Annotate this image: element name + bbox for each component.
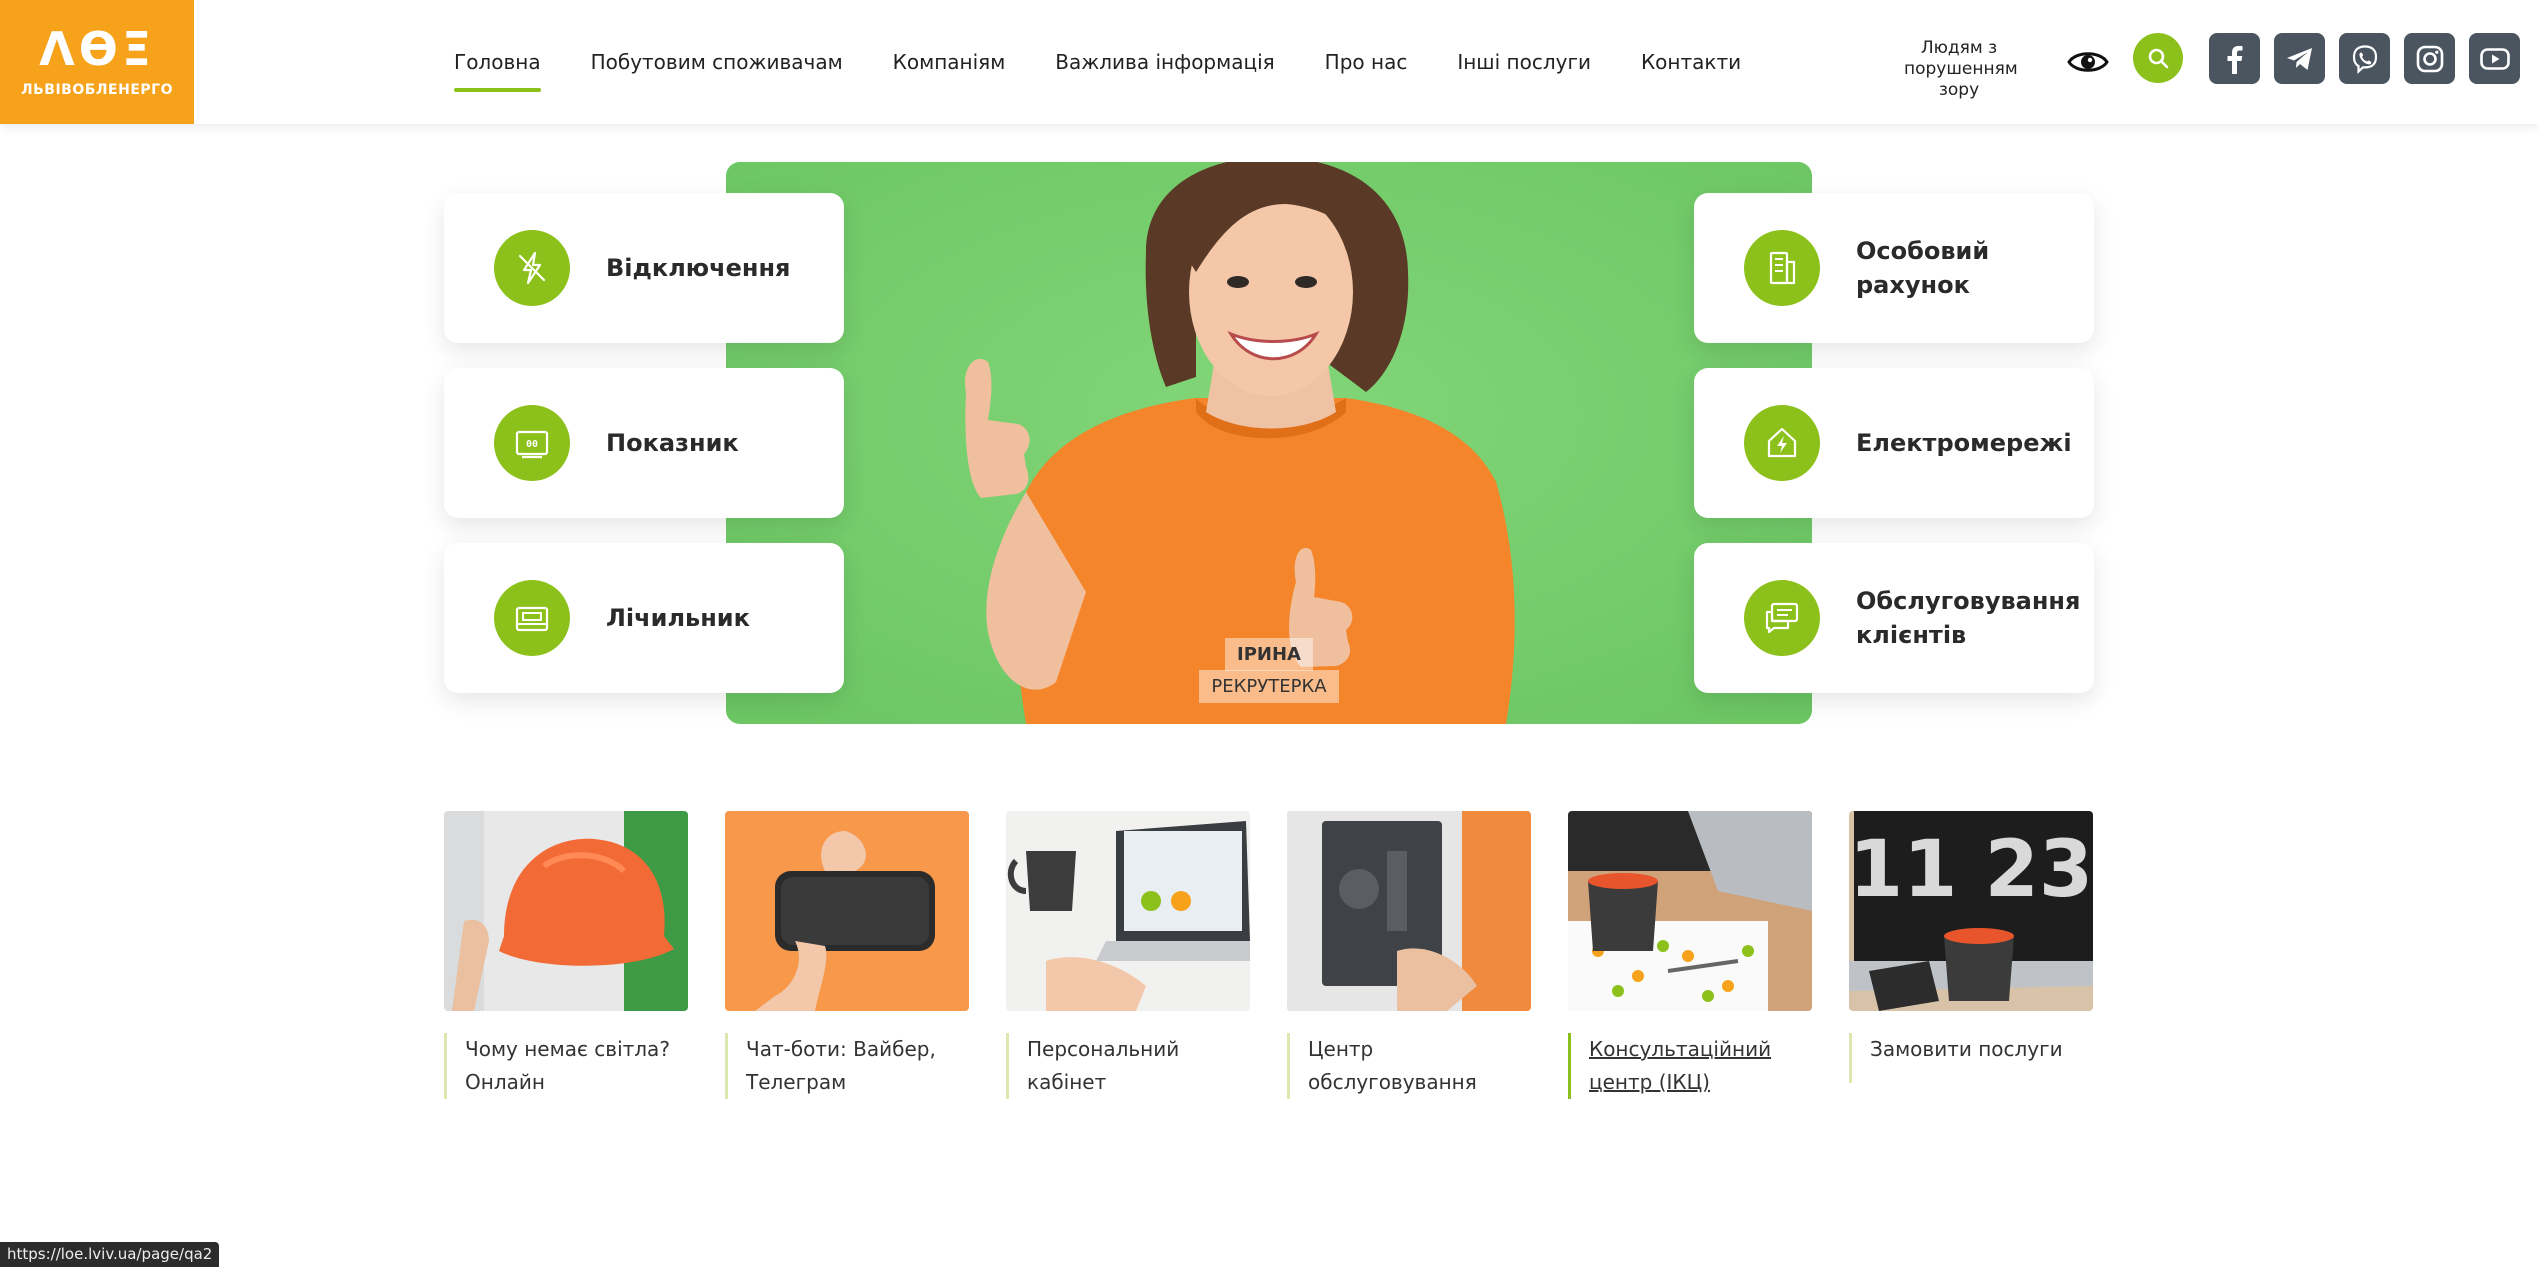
- brand-logo[interactable]: ΛϴΞ ЛЬВІВОБЛЕНЕРГО: [0, 0, 194, 124]
- hero-role: РЕКРУТЕРКА: [1199, 670, 1339, 703]
- tile-label: Чат-боти: Вайбер, Телеграм: [725, 1033, 969, 1099]
- tile-chatbots[interactable]: Чат-боти: Вайбер, Телеграм: [725, 811, 969, 1099]
- tile-label: Персональний кабінет: [1006, 1033, 1250, 1099]
- site-header: ΛϴΞ ЛЬВІВОБЛЕНЕРГО Головна Побутовим спо…: [0, 0, 2539, 124]
- tile-order-services[interactable]: 11 23 Замовити послуги: [1849, 811, 2093, 1083]
- status-bar-url: https://loe.lviv.ua/page/qa2: [0, 1242, 220, 1267]
- vision-impaired-link[interactable]: Людям з порушенням зору: [1904, 38, 2018, 101]
- instagram-icon: [2416, 45, 2443, 72]
- nav-item-about[interactable]: Про нас: [1325, 50, 1408, 74]
- facebook-icon: [2227, 45, 2242, 74]
- hero-name: ІРИНА: [1225, 638, 1313, 671]
- electric-meter-icon: [494, 580, 570, 656]
- nav-item-home[interactable]: Головна: [454, 50, 541, 92]
- svg-text:11 23: 11 23: [1849, 825, 2093, 915]
- nav-item-other-services[interactable]: Інші послуги: [1457, 50, 1591, 74]
- search-button[interactable]: [2133, 33, 2183, 83]
- nav-item-contacts[interactable]: Контакти: [1641, 50, 1741, 74]
- chat-icon: [1744, 580, 1820, 656]
- tile-label: Чому немає світла? Онлайн: [444, 1033, 688, 1099]
- card-label: Показник: [606, 429, 739, 457]
- card-label: Лічильник: [606, 604, 750, 632]
- card-power-grids[interactable]: Електромережі: [1694, 368, 2094, 518]
- facebook-button[interactable]: [2209, 33, 2260, 84]
- logo-mark: ΛϴΞ: [39, 22, 155, 76]
- hero-caption-name: ІРИНА: [726, 638, 1812, 671]
- card-label: Особовий рахунок: [1856, 237, 1990, 299]
- card-electric-meter[interactable]: Лічильник: [444, 543, 844, 693]
- card-outages[interactable]: Відключення: [444, 193, 844, 343]
- notebook-photo: [1287, 811, 1531, 1011]
- youtube-button[interactable]: [2469, 33, 2520, 84]
- main-nav: Головна Побутовим споживачам Компаніям В…: [454, 0, 1791, 124]
- eye-icon[interactable]: [2066, 44, 2110, 80]
- svg-text:00: 00: [526, 439, 538, 450]
- tile-label: Центр обслуговування: [1287, 1033, 1531, 1099]
- logo-text: ЛЬВІВОБЛЕНЕРГО: [21, 82, 173, 98]
- account-document-icon: [1744, 230, 1820, 306]
- hero-banner: ІРИНА РЕКРУТЕРКА: [726, 162, 1812, 724]
- instagram-button[interactable]: [2404, 33, 2455, 84]
- tile-why-no-power[interactable]: Чому немає світла? Онлайн: [444, 811, 688, 1099]
- card-label: Обслуговування клієнтів: [1856, 587, 2081, 649]
- power-outage-icon: [494, 230, 570, 306]
- nav-item-companies[interactable]: Компаніям: [893, 50, 1006, 74]
- hero-caption-role: РЕКРУТЕРКА: [726, 670, 1812, 703]
- search-icon: [2148, 48, 2169, 69]
- viber-button[interactable]: [2339, 33, 2390, 84]
- clock-cup-photo: 11 23: [1849, 811, 2093, 1011]
- telegram-icon: [2286, 47, 2312, 70]
- laptop-cup-photo: [1006, 811, 1250, 1011]
- smartphone-photo: [725, 811, 969, 1011]
- cup-laptop-photo: [1568, 811, 1812, 1011]
- card-personal-account[interactable]: Особовий рахунок: [1694, 193, 2094, 343]
- meter-reading-icon: 00: [494, 405, 570, 481]
- tile-personal-cabinet[interactable]: Персональний кабінет: [1006, 811, 1250, 1099]
- hard-hat-photo: [444, 811, 688, 1011]
- telegram-button[interactable]: [2274, 33, 2325, 84]
- card-label: Електромережі: [1856, 429, 2072, 457]
- card-label: Відключення: [606, 254, 791, 282]
- tile-label: Замовити послуги: [1849, 1033, 2093, 1083]
- nav-item-households[interactable]: Побутовим споживачам: [591, 50, 843, 74]
- card-meter-reading[interactable]: 00 Показник: [444, 368, 844, 518]
- tile-label: Консультаційний центр (ІКЦ): [1568, 1033, 1812, 1099]
- viber-icon: [2352, 44, 2377, 74]
- nav-item-important-info[interactable]: Важлива інформація: [1055, 50, 1274, 74]
- tile-consulting-center[interactable]: Консультаційний центр (ІКЦ): [1568, 811, 1812, 1099]
- tile-service-center[interactable]: Центр обслуговування: [1287, 811, 1531, 1099]
- card-customer-service[interactable]: Обслуговування клієнтів: [1694, 543, 2094, 693]
- power-grid-icon: [1744, 405, 1820, 481]
- youtube-icon: [2479, 47, 2510, 70]
